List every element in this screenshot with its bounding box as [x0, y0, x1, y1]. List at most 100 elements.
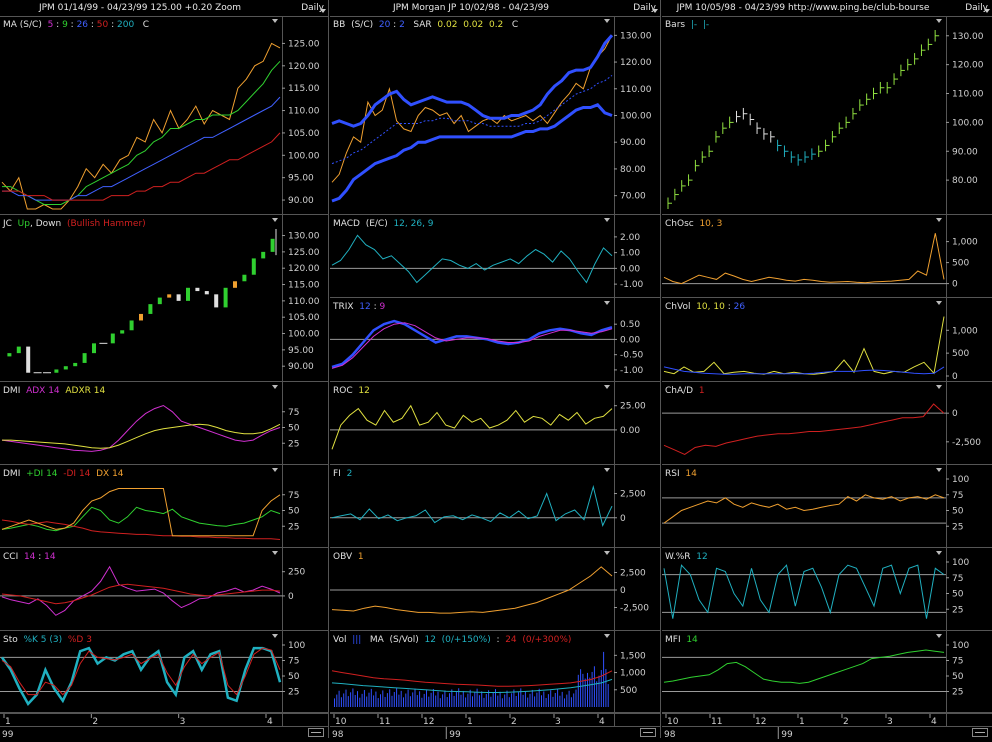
y-tick-label: 75	[288, 657, 299, 667]
mfi-chart: 100 75 50 25 MFI 14	[662, 631, 992, 713]
panel-menu-icon	[272, 551, 278, 555]
y-tick-label: 1,000	[952, 326, 978, 336]
chart-window-2: JPM Morgan JP 10/02/98 - 04/23/99 Daily 13…	[330, 0, 660, 740]
ohlc-bar	[797, 154, 803, 166]
scroll-control[interactable]	[972, 728, 988, 737]
legend-segment: Vol	[333, 635, 352, 645]
y-tick-label: 80.00	[952, 176, 978, 186]
volume-bar	[446, 697, 448, 707]
y-tick-label: 90.00	[620, 138, 646, 148]
window-title: JPM 01/14/99 - 04/23/99 125.00 +0.20 Zoo…	[38, 3, 242, 13]
ohlc-bar	[708, 145, 714, 158]
legend-segment: MACD (E/C)	[333, 219, 393, 229]
legend-segment: DMI	[3, 386, 26, 396]
series-line	[2, 423, 281, 449]
panel-menu-icon	[604, 468, 610, 472]
ohlc-bar	[831, 131, 837, 143]
panel-menu-icon	[272, 218, 278, 222]
legend-segment: CCI	[3, 552, 24, 562]
volume-bar	[598, 675, 600, 707]
legend-segment: 10, 3	[699, 219, 722, 229]
y-tick-label: 100.00	[620, 111, 652, 121]
volume-bar	[435, 695, 437, 707]
volume-bar	[412, 692, 414, 707]
period-selector[interactable]: Daily	[301, 0, 324, 16]
x-tick-label: 4	[599, 717, 605, 726]
ohlc-bar	[756, 122, 762, 134]
window-title: JPM 10/05/98 - 04/23/99 http://www.ping.…	[676, 3, 930, 13]
window-separator	[660, 0, 661, 738]
window-titlebar: JPM 10/05/98 - 04/23/99 http://www.ping.…	[662, 0, 992, 17]
period-selector[interactable]: Daily	[633, 0, 656, 16]
y-tick-label: 120.00	[952, 61, 984, 71]
y-tick-label: 115.00	[288, 84, 320, 94]
legend-segment: 14	[44, 552, 56, 562]
volume-bar	[545, 697, 547, 707]
candle	[54, 369, 59, 373]
legend-segment: 20	[379, 20, 391, 30]
y-tick-label: 100	[952, 641, 969, 651]
volume-bar	[492, 692, 494, 707]
y-tick-label: 125.00	[288, 248, 320, 258]
legend-segment: 14	[685, 469, 697, 479]
volume-bar	[561, 691, 563, 707]
candle	[261, 251, 266, 259]
series-line	[663, 494, 945, 524]
volume-bar	[541, 695, 542, 707]
panel-sto: 100 75 50 25 Sto %K 5 (3) %D 3	[0, 631, 328, 713]
x-tick-label: 10	[667, 717, 679, 726]
y-tick-label: 500	[952, 349, 969, 359]
volume-bar	[531, 689, 533, 707]
panel-chvol: 1,000 500 0 ChVol 10, 10 : 26	[662, 298, 992, 382]
volume-bar	[527, 697, 529, 707]
panel-obv: 2,500 0 -2,500 OBV 1	[330, 548, 660, 631]
volume-bar	[460, 694, 462, 707]
legend-segment: Down	[36, 219, 62, 229]
candle	[129, 320, 134, 331]
candle	[157, 297, 162, 305]
y-tick-label: 2.00	[620, 233, 640, 243]
ohlc-bar	[920, 44, 926, 56]
candle	[73, 362, 78, 367]
candle	[233, 281, 237, 288]
y-tick-label: 1,000	[620, 669, 646, 679]
period-selector[interactable]: Daily	[965, 0, 988, 16]
y-tick-label: 25	[952, 688, 963, 698]
y-tick-label: 130.00	[952, 32, 984, 42]
volume-bar	[396, 688, 398, 707]
panel-fi: 2,500 0 FI 2	[330, 465, 660, 548]
y-tick-label: 0.00	[620, 264, 640, 274]
series-line	[663, 564, 945, 619]
volume-bar	[426, 690, 427, 707]
y-tick-label: 50	[952, 590, 964, 600]
legend-segment: MFI	[665, 635, 686, 645]
panel-menu-icon	[604, 551, 610, 555]
volume-bar	[350, 692, 352, 707]
volume-bar	[442, 694, 444, 707]
legend-segment: :	[371, 302, 380, 312]
candle	[63, 366, 68, 370]
x-tick-label: 3	[180, 717, 186, 726]
volume-bar	[550, 690, 552, 707]
y-tick-label: -1.00	[620, 366, 644, 376]
volume-bar	[589, 677, 591, 707]
volume-bar	[538, 688, 540, 707]
panel-bb: 130.00 120.00 110.00 100.00 90.00 80.00 70.00 B…	[330, 16, 660, 215]
series-line	[331, 234, 613, 284]
candle	[92, 343, 96, 354]
chevron-down-icon	[984, 9, 990, 13]
scroll-control[interactable]	[640, 728, 656, 737]
y-tick-label: 105.00	[288, 313, 320, 323]
series-line	[663, 366, 945, 375]
ohlc-bar	[790, 151, 796, 163]
year-axis: 98 99	[330, 726, 660, 740]
scroll-control[interactable]	[308, 728, 324, 737]
volume-bar	[490, 696, 492, 707]
candle	[167, 294, 172, 298]
ohlc-bar	[845, 116, 851, 129]
panel-legend: OBV 1	[333, 552, 364, 562]
y-tick-label: 90.00	[952, 147, 978, 157]
volume-bar	[515, 696, 517, 707]
y-tick-label: 0.00	[620, 335, 640, 345]
ohlc-bar	[674, 188, 679, 201]
